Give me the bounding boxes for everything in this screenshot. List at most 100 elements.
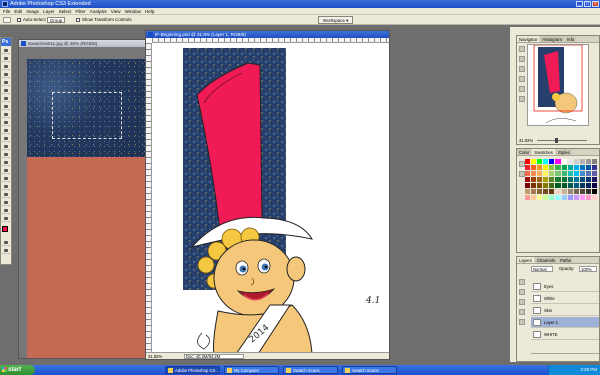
swatch-cell[interactable] <box>567 183 573 188</box>
tab-color[interactable]: Color <box>517 149 532 155</box>
swatch-cell[interactable] <box>561 177 567 182</box>
navigator-thumbnail[interactable] <box>527 44 589 126</box>
taskbar-item-my-computer[interactable]: My Computer <box>224 366 279 374</box>
swatch-cell[interactable] <box>531 177 537 182</box>
dodge-tool-icon[interactable] <box>2 152 10 158</box>
tab-channels[interactable]: Channels <box>534 257 558 263</box>
eraser-tool-icon[interactable] <box>2 128 10 134</box>
swatch-cell[interactable] <box>591 189 597 194</box>
system-tray-clock[interactable]: 3:38 PM <box>548 365 600 375</box>
layer-row[interactable]: Skin <box>531 305 599 316</box>
swatch-cell[interactable] <box>525 195 531 200</box>
stamp-tool-icon[interactable] <box>2 112 10 118</box>
swatch-cell[interactable] <box>549 189 555 194</box>
history-brush-tool-icon[interactable] <box>2 120 10 126</box>
swatch-cell[interactable] <box>555 189 561 194</box>
tool-presets-icon[interactable] <box>519 96 525 102</box>
swatch-cell[interactable] <box>585 177 591 182</box>
swatch-cell[interactable] <box>591 195 597 200</box>
gradient-tool-icon[interactable] <box>2 136 10 142</box>
swatch-cell[interactable] <box>561 159 567 164</box>
swatch-cell[interactable] <box>561 195 567 200</box>
swatch-cell[interactable] <box>537 189 543 194</box>
minimize-button[interactable]: _ <box>576 1 583 7</box>
swatch-cell[interactable] <box>549 195 555 200</box>
swatch-cell[interactable] <box>543 165 549 170</box>
taskbar-item-photoshop[interactable]: Adobe Photoshop CS... <box>165 366 220 374</box>
swatch-cell[interactable] <box>555 183 561 188</box>
swatch-cell[interactable] <box>591 177 597 182</box>
menu-analysis[interactable]: Analysis <box>90 8 107 14</box>
pen-tool-icon[interactable] <box>2 160 10 166</box>
navigator-zoom[interactable]: 31.82% <box>519 138 533 143</box>
tab-info[interactable]: Info <box>564 36 577 42</box>
swatch-cell[interactable] <box>525 165 531 170</box>
show-transform-checkbox[interactable] <box>76 18 80 22</box>
foreground-color[interactable] <box>2 226 8 232</box>
swatch-cell[interactable] <box>525 159 531 164</box>
swatch-cell[interactable] <box>525 189 531 194</box>
swatch-cell[interactable] <box>549 159 555 164</box>
swatch-cell[interactable] <box>591 159 597 164</box>
swatch-cell[interactable] <box>591 183 597 188</box>
blend-mode-dropdown[interactable]: Normal <box>531 266 553 272</box>
swatch-cell[interactable] <box>573 183 579 188</box>
swatch-cell[interactable] <box>555 177 561 182</box>
start-button[interactable]: start <box>0 365 35 375</box>
swatch-cell[interactable] <box>567 165 573 170</box>
menu-select[interactable]: Select <box>59 8 72 14</box>
zoom-level[interactable]: 31.82% <box>148 354 162 359</box>
zoom-slider-handle[interactable] <box>555 138 558 143</box>
swatch-cell[interactable] <box>573 195 579 200</box>
swatch-cell[interactable] <box>537 171 543 176</box>
maximize-button[interactable]: □ <box>584 1 591 7</box>
swatch-cell[interactable] <box>531 165 537 170</box>
swatch-cell[interactable] <box>585 159 591 164</box>
swatch-cell[interactable] <box>573 177 579 182</box>
swatch-cell[interactable] <box>543 195 549 200</box>
swatch-cell[interactable] <box>525 177 531 182</box>
swatch-cell[interactable] <box>585 171 591 176</box>
swatch-cell[interactable] <box>591 171 597 176</box>
hand-tool-icon[interactable] <box>2 208 10 214</box>
swatch-cell[interactable] <box>585 165 591 170</box>
healing-tool-icon[interactable] <box>2 96 10 102</box>
lasso-tool-icon[interactable] <box>2 64 10 70</box>
type-tool-icon[interactable] <box>2 168 10 174</box>
swatch-cell[interactable] <box>561 165 567 170</box>
swatch-cell[interactable] <box>531 189 537 194</box>
menu-image[interactable]: Image <box>26 8 39 14</box>
tab-navigator[interactable]: Navigator <box>517 36 540 42</box>
layer-row[interactable]: White <box>531 293 599 304</box>
taskbar-item-swatch-scans[interactable]: Swatch Scans <box>283 366 338 374</box>
eye-icon[interactable] <box>519 299 525 305</box>
layer-name[interactable]: White <box>544 296 555 301</box>
eye-icon[interactable] <box>519 319 525 325</box>
layer-row[interactable]: Eyes <box>531 281 599 292</box>
swatch-cell[interactable] <box>573 165 579 170</box>
swatch-cell[interactable] <box>537 159 543 164</box>
swatch-cell[interactable] <box>531 183 537 188</box>
swatch-cell[interactable] <box>579 159 585 164</box>
swatch-cell[interactable] <box>543 183 549 188</box>
tab-histogram[interactable]: Histogram <box>540 36 564 42</box>
swatch-cell[interactable] <box>537 195 543 200</box>
swatch-cell[interactable] <box>549 177 555 182</box>
color-swatches[interactable] <box>2 226 12 236</box>
swatch-cell[interactable] <box>573 159 579 164</box>
menu-edit[interactable]: Edit <box>14 8 22 14</box>
layer-name[interactable]: Layer 1 <box>544 320 558 325</box>
tab-layers[interactable]: Layers <box>517 257 534 263</box>
path-selection-tool-icon[interactable] <box>2 176 10 182</box>
screen-mode-icon[interactable] <box>2 248 10 254</box>
swatch-cell[interactable] <box>567 189 573 194</box>
notes-tool-icon[interactable] <box>2 192 10 198</box>
swatch-cell[interactable] <box>543 171 549 176</box>
eyedropper-tool-icon[interactable] <box>2 200 10 206</box>
swatch-cell[interactable] <box>537 183 543 188</box>
layer-row[interactable]: WHITE <box>531 329 599 340</box>
close-button[interactable]: × <box>592 1 599 7</box>
swatch-cell[interactable] <box>579 171 585 176</box>
layer-name[interactable]: WHITE <box>544 332 558 337</box>
swatch-cell[interactable] <box>585 189 591 194</box>
